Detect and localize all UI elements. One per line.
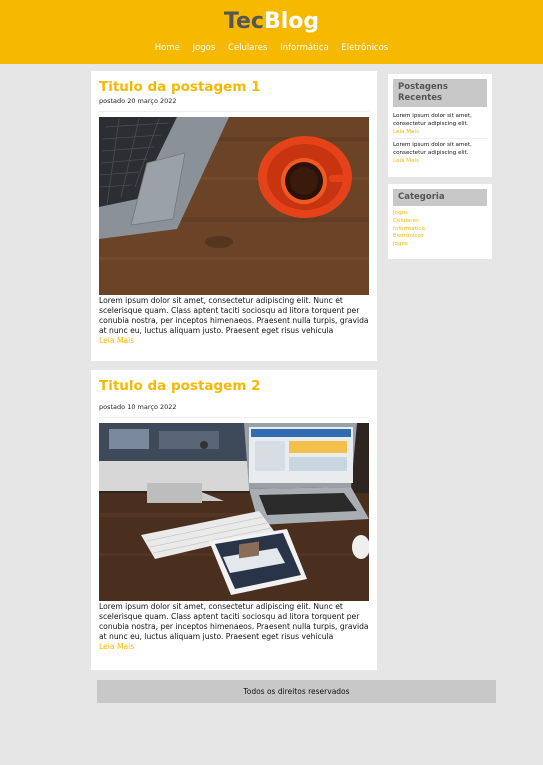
post-card: Titulo da postagem 2 postado 10 março 20… (91, 370, 377, 670)
post-excerpt: Lorem ipsum dolor sit amet, consectetur … (99, 602, 369, 641)
recent-posts-widget: Postagens Recentes Lorem ipsum dolor sit… (388, 74, 492, 177)
categories-title: Categoria (393, 189, 487, 206)
recent-post-excerpt: Lorem ipsum dolor sit amet, consectetur … (393, 142, 472, 156)
post-date: postado 10 março 2022 (99, 403, 177, 411)
widget-divider (393, 138, 487, 139)
post-excerpt: Lorem ipsum dolor sit amet, consectetur … (99, 296, 369, 335)
recent-post-read-more[interactable]: Leia Mais (393, 128, 487, 136)
recent-post-read-more[interactable]: Leia Mais (393, 157, 487, 165)
logo-blog: Blog (263, 9, 320, 34)
post-title[interactable]: Titulo da postagem 1 (99, 79, 369, 95)
post-divider (99, 111, 369, 112)
recent-posts-title: Postagens Recentes (393, 79, 487, 107)
post-date: postado 20 março 2022 (99, 97, 177, 105)
recent-post-excerpt: Lorem ipsum dolor sit amet, consectetur … (393, 113, 472, 127)
logo-tec: Tec (223, 9, 264, 34)
nav-eletronicos[interactable]: Eletrônicos (341, 43, 388, 53)
nav-home[interactable]: Home (155, 43, 180, 53)
post-card: Titulo da postagem 1 postado 20 março 20… (91, 71, 377, 361)
category-list: Jogos Celulares Informática Eletrônicos … (393, 210, 487, 249)
nav-jogos[interactable]: Jogos (193, 43, 216, 53)
main-nav: Home Jogos Celulares Informática Eletrôn… (0, 43, 543, 53)
laptop-and-coffee-image (99, 117, 369, 295)
post-title[interactable]: Titulo da postagem 2 (99, 378, 369, 394)
categories-widget: Categoria Jogos Celulares Informática El… (388, 184, 492, 259)
post-divider (99, 417, 369, 418)
category-eletronicos[interactable]: Eletrônicos (393, 233, 487, 241)
site-logo[interactable]: TecBlog (0, 9, 543, 34)
category-celulares[interactable]: Celulares (393, 218, 487, 226)
computers-and-tablet-image (99, 423, 369, 601)
site-header: TecBlog Home Jogos Celulares Informática… (0, 0, 543, 64)
category-jogos[interactable]: Jogos (393, 241, 487, 249)
nav-informatica[interactable]: Informática (280, 43, 329, 53)
category-jogos[interactable]: Jogos (393, 210, 487, 218)
nav-celulares[interactable]: Celulares (228, 43, 267, 53)
read-more-link[interactable]: Leia Mais (99, 642, 369, 652)
read-more-link[interactable]: Leia Mais (99, 336, 369, 346)
site-footer: Todos os direitos reservados (97, 680, 496, 703)
